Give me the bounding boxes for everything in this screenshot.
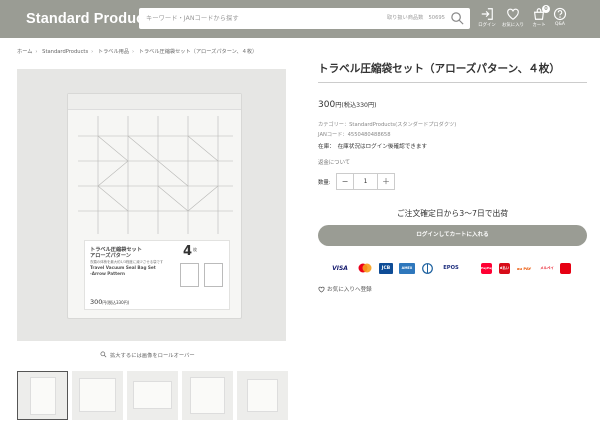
magnifier-icon	[100, 351, 107, 358]
zoom-hint: 拡大するには画像をロールオーバー	[100, 351, 195, 359]
breadcrumb-home[interactable]: ホーム	[17, 49, 32, 55]
search-icon[interactable]	[450, 11, 465, 26]
favorites-button[interactable]: お気に入り	[502, 7, 524, 35]
diners-logo	[420, 263, 435, 274]
heart-icon	[507, 8, 519, 20]
epos-logo: EPOS	[443, 265, 459, 271]
quantity-increase-button[interactable]: ＋	[377, 174, 394, 189]
stock-status: 在庫： 在庫状況はログイン後確認できます	[318, 144, 428, 150]
breadcrumb-current: トラベル圧縮袋セット（アローズパターン、４枚）	[138, 49, 258, 55]
merpay-logo: メルペイ	[540, 266, 554, 270]
product-package-image: トラベル圧縮袋セット アローズパターン 衣類の体積を最大約1/3程度に減少させる…	[67, 93, 242, 319]
quantity-decrease-button[interactable]: −	[337, 174, 354, 189]
breadcrumb: ホーム › StandardProducts › トラベル用品 › トラベル圧縮袋セッ…	[17, 49, 258, 55]
thumbnail-1[interactable]	[17, 371, 68, 420]
aupay-logo: au PAY	[516, 266, 532, 271]
title-divider	[318, 82, 587, 83]
payment-app-logo	[560, 263, 571, 274]
product-category: カテゴリー：StandardProducts(スタンダードプロダクツ)	[318, 122, 457, 128]
search-input[interactable]: キーワード・JANコードから探す 取り扱い商品数 50695	[139, 8, 470, 29]
login-button[interactable]: ログイン	[476, 7, 498, 35]
amex-logo: AMEX	[399, 263, 415, 274]
product-jan: JANコード：4550480488658	[318, 132, 391, 138]
breadcrumb-brand[interactable]: StandardProducts	[42, 49, 88, 55]
thumbnail-4[interactable]	[182, 371, 233, 420]
refund-link[interactable]: 返金について	[318, 158, 350, 166]
thumbnail-2[interactable]	[72, 371, 123, 420]
site-logo[interactable]: Standard Products	[26, 11, 157, 27]
quantity-stepper: − 1 ＋	[336, 173, 395, 190]
quantity-input[interactable]: 1	[354, 174, 377, 189]
product-main-image[interactable]: トラベル圧縮袋セット アローズパターン 衣類の体積を最大約1/3程度に減少させる…	[17, 69, 286, 341]
login-icon	[481, 8, 493, 20]
package-label: トラベル圧縮袋セット アローズパターン 衣類の体積を最大約1/3程度に減少させる…	[84, 240, 230, 310]
add-to-favorites-link[interactable]: お気に入りへ登録	[318, 285, 372, 293]
heart-outline-icon	[318, 286, 325, 293]
search-placeholder: キーワード・JANコードから探す	[146, 15, 239, 22]
dbarai-logo: d払い	[499, 263, 510, 274]
add-to-cart-button[interactable]: ログインしてカートに入れる	[318, 225, 587, 246]
product-title: トラベル圧縮袋セット（アローズパターン、４枚）	[318, 63, 560, 75]
paypay-logo: PayPay	[481, 263, 493, 274]
mastercard-logo	[356, 263, 374, 274]
quantity-label: 数量:	[318, 180, 331, 186]
qa-button[interactable]: Q&A	[549, 7, 571, 35]
thumbnail-5[interactable]	[237, 371, 288, 420]
cart-button[interactable]: 0 カート	[528, 5, 550, 35]
product-price: 300円(税込330円)	[318, 100, 377, 110]
shipping-estimate: ご注文確定日から3〜7日で出荷	[396, 209, 509, 218]
breadcrumb-category[interactable]: トラベル用品	[98, 49, 129, 55]
site-header: Standard Products キーワード・JANコードから探す 取り扱い商…	[0, 0, 600, 38]
visa-logo: VISA	[332, 265, 348, 272]
jcb-logo: JCB	[379, 263, 393, 274]
search-hint: 取り扱い商品数 50695	[386, 15, 445, 21]
question-icon	[553, 7, 567, 21]
thumbnail-3[interactable]	[127, 371, 178, 420]
